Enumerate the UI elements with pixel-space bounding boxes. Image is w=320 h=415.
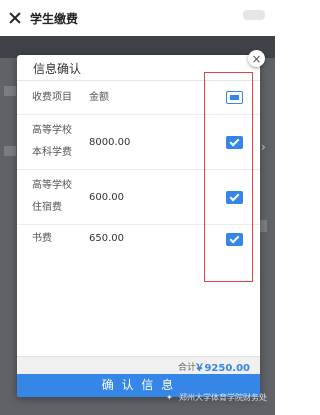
screen: 学生缴费 › 信息确认 收费项目 金额 高等学校 本科学费 8000.00 高等… — [0, 0, 275, 415]
total-bar: 合计： ￥9250.00 — [17, 356, 260, 375]
menu-icon[interactable] — [243, 10, 265, 20]
select-all-checkbox[interactable] — [226, 91, 243, 104]
watermark: ✦ 郑州大学体育学院财务处 — [166, 392, 267, 403]
info-confirm-dialog: 信息确认 收费项目 金额 高等学校 本科学费 8000.00 高等学校 住宿费 … — [17, 55, 260, 397]
table-row: 书费 650.00 — [17, 225, 260, 253]
background-text — [4, 86, 16, 96]
background-text — [259, 220, 267, 232]
background-text — [4, 146, 16, 156]
close-icon[interactable] — [8, 11, 22, 25]
top-navbar: 学生缴费 — [0, 0, 275, 36]
wechat-icon: ✦ — [166, 392, 173, 402]
table-header-row: 收费项目 金额 — [17, 81, 260, 115]
row-checkbox[interactable] — [226, 191, 243, 204]
item-name-line1: 高等学校 — [32, 180, 72, 191]
column-header-item: 收费项目 — [32, 92, 72, 103]
chevron-right-icon: › — [261, 140, 266, 154]
partial-check-icon — [230, 95, 239, 100]
item-amount: 650.00 — [89, 233, 124, 244]
check-icon — [229, 136, 240, 147]
check-icon — [229, 191, 240, 202]
watermark-text: 郑州大学体育学院财务处 — [179, 393, 267, 402]
row-checkbox[interactable] — [226, 136, 243, 149]
check-icon — [229, 233, 240, 244]
dialog-title: 信息确认 — [33, 62, 82, 76]
close-icon: × — [251, 51, 262, 66]
item-amount: 600.00 — [89, 192, 124, 203]
table-row: 高等学校 住宿费 600.00 — [17, 170, 260, 225]
item-name-line1: 书费 — [32, 233, 52, 244]
item-name-line2: 住宿费 — [32, 202, 62, 213]
dialog-close-button[interactable]: × — [248, 50, 265, 67]
total-value: ￥9250.00 — [194, 363, 250, 374]
item-name-line2: 本科学费 — [32, 147, 72, 158]
row-checkbox[interactable] — [226, 233, 243, 246]
item-amount: 8000.00 — [89, 137, 131, 148]
table-row: 高等学校 本科学费 8000.00 — [17, 115, 260, 170]
item-name-line1: 高等学校 — [32, 125, 72, 136]
column-header-amount: 金额 — [89, 92, 109, 103]
page-title: 学生缴费 — [30, 11, 79, 26]
